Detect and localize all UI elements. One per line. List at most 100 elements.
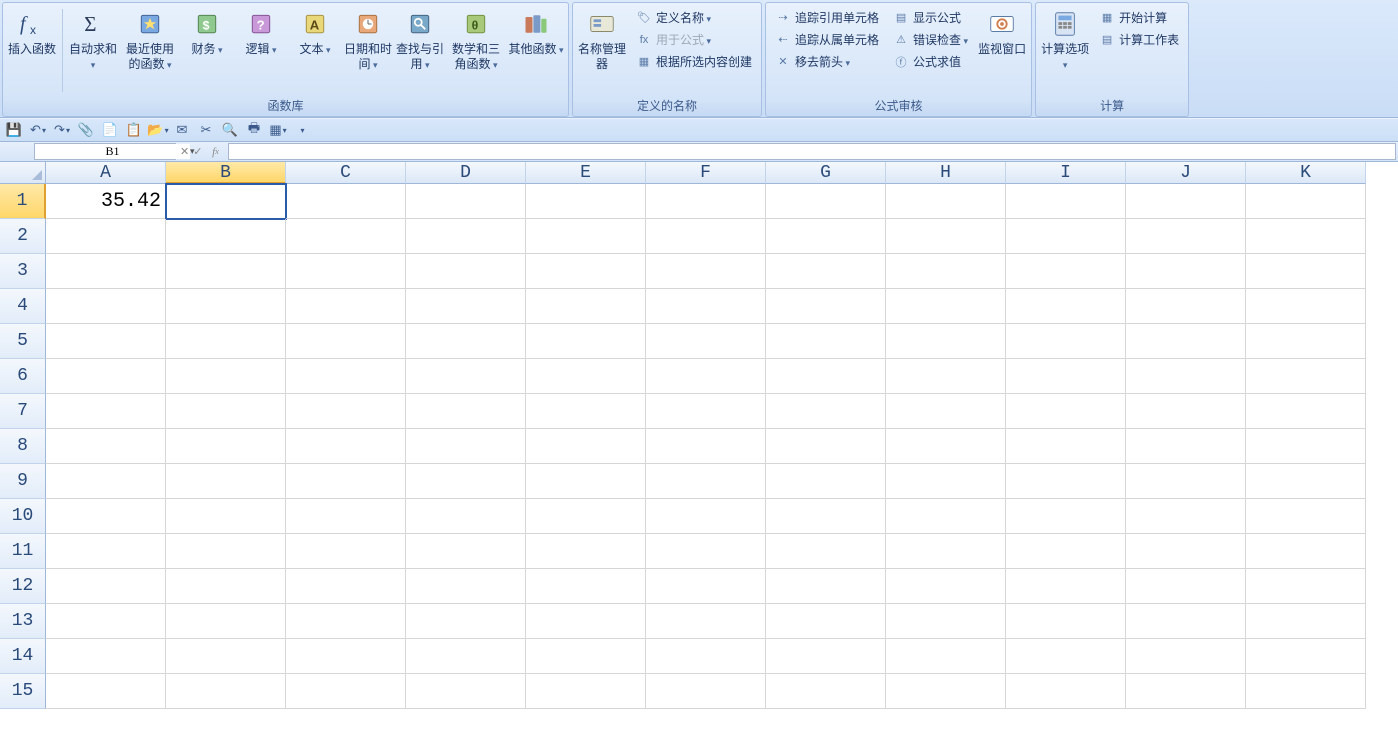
cell-E14[interactable] (526, 639, 646, 674)
cell-B5[interactable] (166, 324, 286, 359)
select-all-corner[interactable] (0, 162, 46, 184)
cell-B12[interactable] (166, 569, 286, 604)
column-header-J[interactable]: J (1126, 162, 1246, 184)
cell-J15[interactable] (1126, 674, 1246, 709)
row-header-3[interactable]: 3 (0, 254, 46, 289)
cell-G3[interactable] (766, 254, 886, 289)
cell-E5[interactable] (526, 324, 646, 359)
fx-bar-icon[interactable]: fx (206, 143, 224, 161)
more-functions-button[interactable]: 其他函数 (507, 5, 565, 60)
cell-H10[interactable] (886, 499, 1006, 534)
cell-I15[interactable] (1006, 674, 1126, 709)
cell-J12[interactable] (1126, 569, 1246, 604)
row-header-15[interactable]: 15 (0, 674, 46, 709)
cell-B6[interactable] (166, 359, 286, 394)
new-icon[interactable]: 📄 (100, 120, 120, 140)
cell-F8[interactable] (646, 429, 766, 464)
cell-D13[interactable] (406, 604, 526, 639)
cell-A8[interactable] (46, 429, 166, 464)
cell-C11[interactable] (286, 534, 406, 569)
print-icon[interactable]: 🖶 (244, 120, 264, 140)
cell-F7[interactable] (646, 394, 766, 429)
cell-E13[interactable] (526, 604, 646, 639)
cell-A15[interactable] (46, 674, 166, 709)
cell-A14[interactable] (46, 639, 166, 674)
financial-button[interactable]: $ 财务 (181, 5, 233, 60)
cell-A10[interactable] (46, 499, 166, 534)
text-button[interactable]: A 文本 (289, 5, 341, 60)
cell-E3[interactable] (526, 254, 646, 289)
show-formulas-button[interactable]: ▤ 显示公式 (889, 7, 972, 28)
row-header-1[interactable]: 1 (0, 184, 46, 219)
cell-A13[interactable] (46, 604, 166, 639)
cell-F13[interactable] (646, 604, 766, 639)
cell-B15[interactable] (166, 674, 286, 709)
row-header-5[interactable]: 5 (0, 324, 46, 359)
math-button[interactable]: θ 数学和三角函数 (447, 5, 505, 75)
cell-G13[interactable] (766, 604, 886, 639)
cell-A12[interactable] (46, 569, 166, 604)
cell-E12[interactable] (526, 569, 646, 604)
cell-A6[interactable] (46, 359, 166, 394)
watch-window-button[interactable]: 监视窗口 (976, 5, 1028, 60)
cell-C2[interactable] (286, 219, 406, 254)
row-header-11[interactable]: 11 (0, 534, 46, 569)
formula-input-wrap[interactable] (228, 143, 1396, 160)
create-from-selection-button[interactable]: ▦ 根据所选内容创建 (632, 51, 756, 72)
evaluate-formula-button[interactable]: ⓕ 公式求值 (889, 51, 972, 72)
cell-J6[interactable] (1126, 359, 1246, 394)
cell-K5[interactable] (1246, 324, 1366, 359)
cell-A7[interactable] (46, 394, 166, 429)
cell-E11[interactable] (526, 534, 646, 569)
cell-J11[interactable] (1126, 534, 1246, 569)
cell-J9[interactable] (1126, 464, 1246, 499)
cell-D14[interactable] (406, 639, 526, 674)
cell-D8[interactable] (406, 429, 526, 464)
cell-G5[interactable] (766, 324, 886, 359)
cell-H11[interactable] (886, 534, 1006, 569)
cell-I3[interactable] (1006, 254, 1126, 289)
cell-K13[interactable] (1246, 604, 1366, 639)
cell-D9[interactable] (406, 464, 526, 499)
column-header-A[interactable]: A (46, 162, 166, 184)
cell-F9[interactable] (646, 464, 766, 499)
column-header-G[interactable]: G (766, 162, 886, 184)
cell-E1[interactable] (526, 184, 646, 219)
cell-K10[interactable] (1246, 499, 1366, 534)
row-header-4[interactable]: 4 (0, 289, 46, 324)
column-header-H[interactable]: H (886, 162, 1006, 184)
cell-B7[interactable] (166, 394, 286, 429)
cell-G2[interactable] (766, 219, 886, 254)
cell-F1[interactable] (646, 184, 766, 219)
cell-I14[interactable] (1006, 639, 1126, 674)
cell-C1[interactable] (286, 184, 406, 219)
row-header-7[interactable]: 7 (0, 394, 46, 429)
cell-A4[interactable] (46, 289, 166, 324)
cell-H13[interactable] (886, 604, 1006, 639)
cell-H1[interactable] (886, 184, 1006, 219)
customize-qat-icon[interactable] (292, 120, 312, 140)
cell-E8[interactable] (526, 429, 646, 464)
logical-button[interactable]: ? 逻辑 (235, 5, 287, 60)
cell-J5[interactable] (1126, 324, 1246, 359)
name-manager-button[interactable]: 名称管理器 (576, 5, 628, 75)
name-box-input[interactable] (35, 144, 190, 159)
cell-K15[interactable] (1246, 674, 1366, 709)
cell-K9[interactable] (1246, 464, 1366, 499)
cell-H9[interactable] (886, 464, 1006, 499)
cell-I5[interactable] (1006, 324, 1126, 359)
cell-D15[interactable] (406, 674, 526, 709)
cell-J13[interactable] (1126, 604, 1246, 639)
cell-J3[interactable] (1126, 254, 1246, 289)
cell-F6[interactable] (646, 359, 766, 394)
cell-D11[interactable] (406, 534, 526, 569)
name-box[interactable]: ▾ (34, 143, 176, 160)
send-icon[interactable]: ✉ (172, 120, 192, 140)
column-header-K[interactable]: K (1246, 162, 1366, 184)
cell-F12[interactable] (646, 569, 766, 604)
cell-G11[interactable] (766, 534, 886, 569)
cell-J10[interactable] (1126, 499, 1246, 534)
cell-I10[interactable] (1006, 499, 1126, 534)
cell-J14[interactable] (1126, 639, 1246, 674)
cell-I2[interactable] (1006, 219, 1126, 254)
